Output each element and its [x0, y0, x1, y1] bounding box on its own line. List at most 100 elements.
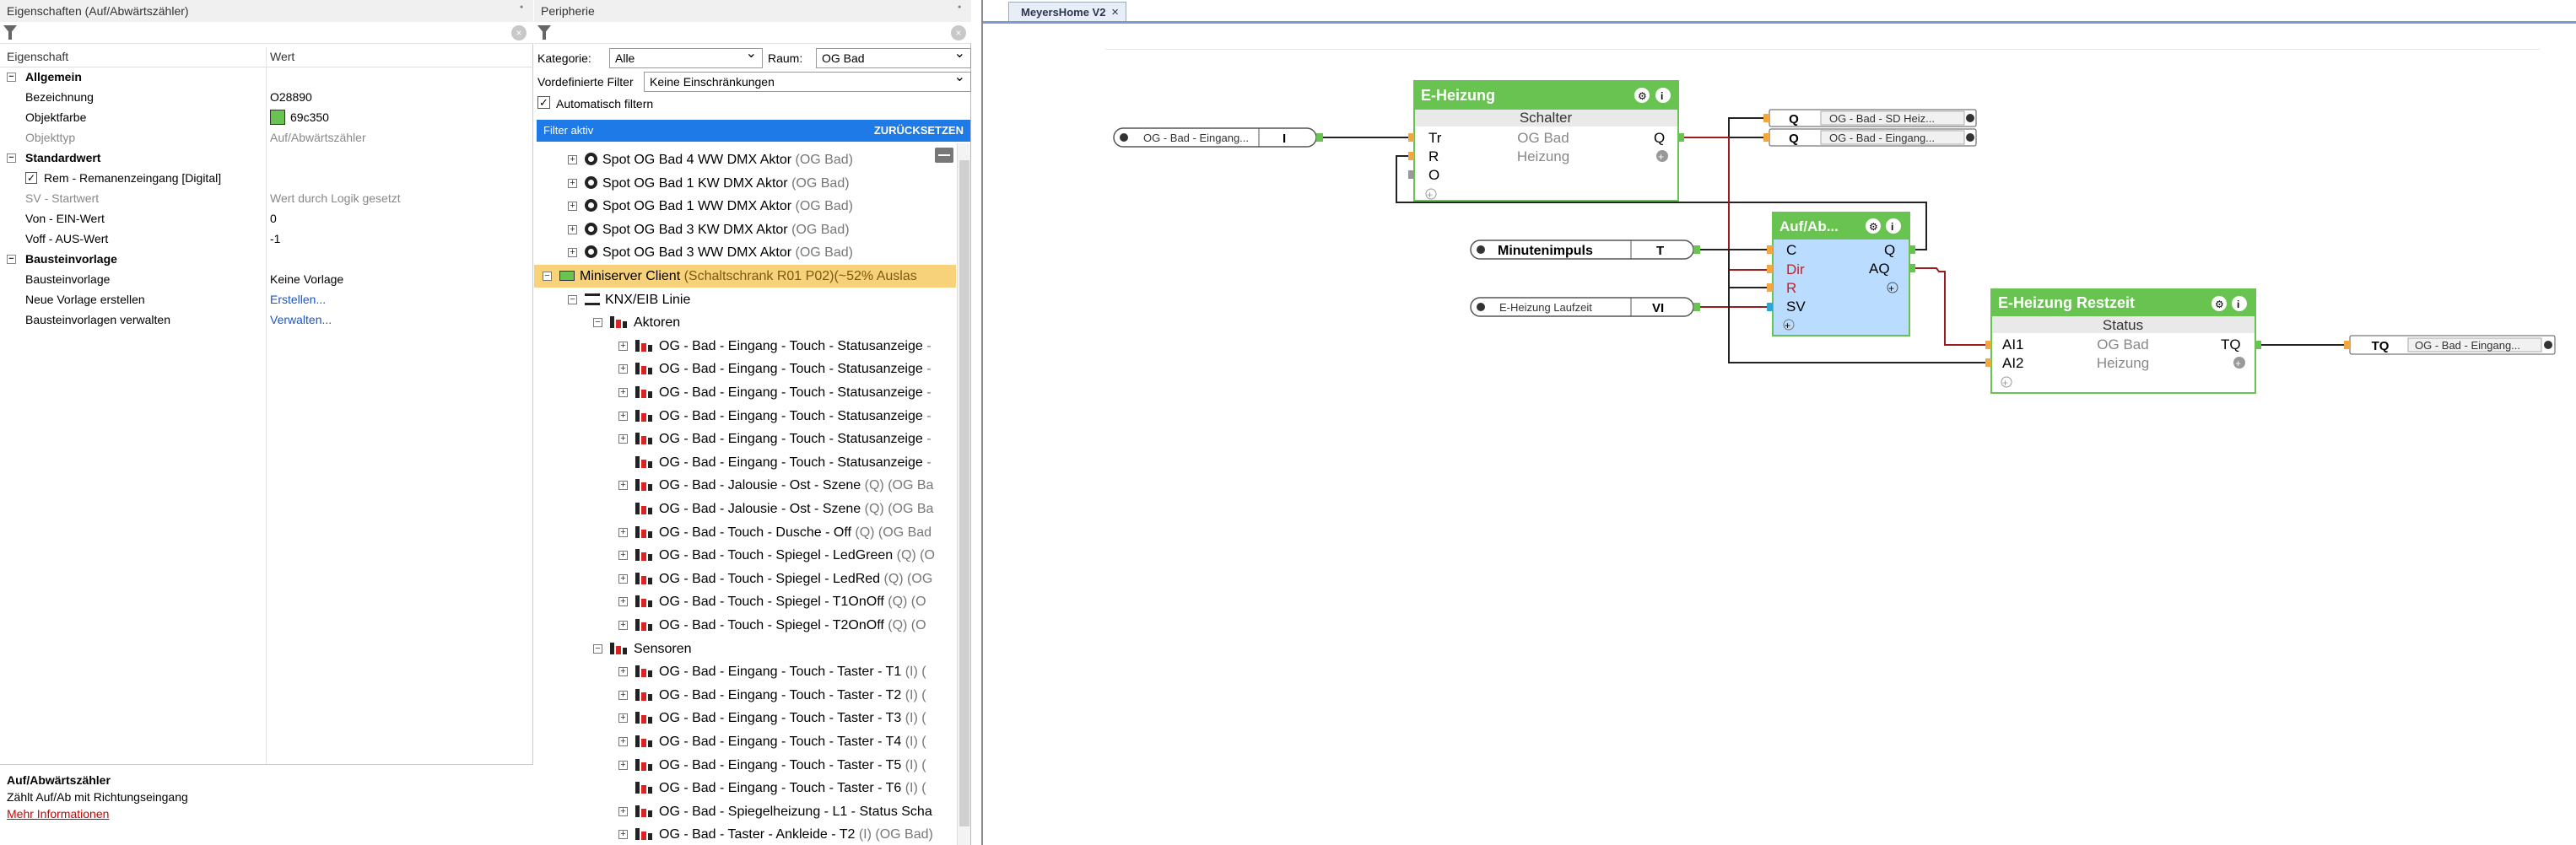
tree-item[interactable]: + OG - Bad - Eingang - Touch - Taster - T… [534, 754, 956, 777]
expand-icon[interactable]: + [568, 224, 577, 234]
scrollbar-thumb[interactable] [959, 160, 969, 826]
expand-icon[interactable]: + [568, 178, 577, 188]
minutenimpuls-block[interactable]: Minutenimpuls T [1470, 240, 1700, 260]
expand-icon[interactable]: + [618, 341, 628, 351]
expand-icon[interactable]: + [618, 667, 628, 677]
expand-icon[interactable]: + [618, 388, 628, 397]
tree-item[interactable]: OG - Bad - Eingang - Touch - Statusanzei… [534, 451, 956, 474]
tree-item[interactable]: + OG - Bad - Eingang - Touch - Taster - T… [534, 684, 956, 707]
tree-item[interactable]: − Aktoren [534, 311, 956, 334]
pin-icon[interactable]: ᐩ [513, 0, 530, 19]
tree-item[interactable]: + OG - Bad - Eingang - Touch - Taster - T… [534, 730, 956, 753]
tree-scrollbar[interactable] [957, 143, 970, 845]
collapse-toggle[interactable]: − [7, 153, 16, 163]
tree-item[interactable]: − Miniserver Client (Schaltschrank R01 P0… [534, 265, 956, 288]
expand-icon[interactable]: + [618, 597, 628, 607]
laufzeit-block[interactable]: E-Heizung Laufzeit VI [1470, 297, 1700, 317]
tree-item[interactable]: + OG - Bad - Spiegelheizung - L1 - Status… [534, 800, 956, 823]
tree-item[interactable]: − Sensoren [534, 638, 956, 660]
tree-item[interactable]: + OG - Bad - Jalousie - Ost - Szene (Q) (… [534, 474, 956, 497]
tree-item[interactable]: − KNX/EIB Linie [534, 288, 956, 311]
expand-icon[interactable]: + [618, 551, 628, 561]
property-value[interactable]: Erstellen... [270, 290, 523, 309]
property-row[interactable]: Bausteinvorlagen verwalten Verwalten... [0, 310, 533, 331]
remanence-checkbox[interactable]: ✓ [25, 172, 37, 184]
property-row[interactable]: Bezeichnung O28890 [0, 88, 533, 108]
collapse-icon[interactable]: − [543, 272, 552, 281]
color-swatch[interactable] [270, 110, 285, 125]
expand-icon[interactable]: + [618, 713, 628, 724]
expand-icon[interactable]: + [568, 248, 577, 258]
logic-diagram[interactable]: OG - Bad - Eingang... I E-Heizung ⚙ i Sc… [983, 0, 2576, 845]
collapse-toggle[interactable]: − [7, 255, 16, 264]
tree-item[interactable]: + OG - Bad - Eingang - Touch - Statusanze… [534, 358, 956, 380]
tree-item[interactable]: + OG - Bad - Taster - Ankleide - T2 (I) (… [534, 823, 956, 845]
expand-icon[interactable]: + [618, 364, 628, 374]
property-row[interactable]: Bausteinvorlage Keine Vorlage [0, 270, 533, 290]
restzeit-block[interactable]: E-Heizung Restzeit ⚙ i Status AI1 AI2 + … [1985, 288, 2261, 394]
input-eingang-block[interactable]: OG - Bad - Eingang... I [1113, 127, 1323, 148]
property-row[interactable]: Objektfarbe 69c350 [0, 108, 533, 128]
collapse-icon[interactable]: − [593, 318, 602, 328]
tree-item[interactable]: + OG - Bad - Eingang - Touch - Taster - T… [534, 660, 956, 683]
auto-filter-checkbox[interactable]: ✓ [537, 96, 550, 109]
tree-item[interactable]: + Spot OG Bad 3 WW DMX Aktor (OG Bad) [534, 241, 956, 264]
tree-item[interactable]: + Spot OG Bad 3 KW DMX Aktor (OG Bad) [534, 218, 956, 241]
predefined-filter-select[interactable]: Keine Einschränkungen [644, 68, 971, 92]
tree-item[interactable]: + OG - Bad - Eingang - Touch - Taster - T… [534, 707, 956, 729]
tree-item[interactable]: + OG - Bad - Eingang - Touch - Statusanze… [534, 381, 956, 404]
property-value[interactable]: Verwalten... [270, 310, 523, 330]
tree-item[interactable]: + Spot OG Bad 1 KW DMX Aktor (OG Bad) [534, 172, 956, 195]
property-group[interactable]: − Allgemein [0, 67, 533, 88]
expand-icon[interactable]: + [618, 434, 628, 444]
output-eingang-block[interactable]: Q OG - Bad - Eingang... [1763, 128, 1977, 147]
clear-filter-icon[interactable]: × [511, 25, 527, 40]
more-info-link[interactable]: Mehr Informationen [7, 807, 527, 821]
property-row[interactable]: Voff - AUS-Wert -1 [0, 229, 533, 250]
kategorie-select[interactable]: Alle [609, 45, 763, 68]
tree-item[interactable]: + OG - Bad - Eingang - Touch - Statusanze… [534, 405, 956, 428]
tree-item[interactable]: + OG - Bad - Eingang - Touch - Statusanze… [534, 428, 956, 450]
expand-icon[interactable]: + [618, 573, 628, 584]
reset-filter-button[interactable]: ZURÜCKSETZEN [874, 120, 964, 142]
tree-item[interactable]: + OG - Bad - Touch - Spiegel - T2OnOff (Q… [534, 614, 956, 637]
property-group[interactable]: − Bausteinvorlage [0, 250, 533, 270]
collapse-icon[interactable]: − [568, 294, 577, 304]
property-row[interactable]: Neue Vorlage erstellen Erstellen... [0, 290, 533, 310]
tree-item[interactable]: OG - Bad - Eingang - Touch - Taster - T6… [534, 777, 956, 799]
eheizung-block[interactable]: E-Heizung ⚙ i Schalter Tr R O + OG Bad H… [1408, 80, 1684, 202]
peripherals-filter-bar[interactable]: × [534, 22, 971, 44]
tree-item[interactable]: + Spot OG Bad 4 WW DMX Aktor (OG Bad) [534, 148, 956, 171]
tree-item[interactable]: + OG - Bad - Eingang - Touch - Statusanze… [534, 335, 956, 358]
logic-canvas[interactable]: MeyersHome V2 × OG - Bad - Eingang... I … [981, 0, 2576, 845]
property-group[interactable]: − Standardwert [0, 148, 533, 169]
collapse-icon[interactable]: − [593, 643, 602, 654]
expand-icon[interactable]: + [618, 830, 628, 840]
expand-icon[interactable]: + [618, 690, 628, 700]
pin-icon[interactable]: ᐩ [951, 0, 968, 19]
property-row[interactable]: Objekttyp Auf/Abwärtszähler [0, 128, 533, 148]
expand-icon[interactable]: + [618, 621, 628, 630]
tree-item[interactable]: + Spot OG Bad 1 WW DMX Aktor (OG Bad) [534, 195, 956, 218]
tree-item[interactable]: + OG - Bad - Touch - Spiegel - LedRed (Q)… [534, 568, 956, 590]
tree-item[interactable]: + OG - Bad - Touch - Spiegel - LedGreen (… [534, 544, 956, 567]
tree-item[interactable]: + OG - Bad - Touch - Dusche - Off (Q) (OG… [534, 521, 956, 544]
output-sd-block[interactable]: Q OG - Bad - SD Heiz... [1763, 109, 1977, 127]
expand-icon[interactable]: + [618, 411, 628, 421]
expand-icon[interactable]: + [618, 806, 628, 816]
expand-icon[interactable]: + [618, 527, 628, 537]
property-row[interactable]: Von - EIN-Wert 0 [0, 209, 533, 229]
clear-filter-icon[interactable]: × [951, 25, 966, 40]
expand-icon[interactable]: + [618, 760, 628, 770]
counter-block[interactable]: Auf/Ab... ⚙ i C Dir R SV + Q AQ + [1767, 212, 1915, 336]
expand-icon[interactable]: + [618, 481, 628, 491]
output-tq-block[interactable]: TQ OG - Bad - Eingang... [2344, 335, 2556, 355]
raum-select[interactable]: OG Bad [816, 45, 971, 68]
expand-icon[interactable]: + [568, 155, 577, 164]
expand-icon[interactable]: + [568, 202, 577, 212]
properties-filter-bar[interactable]: × [0, 22, 533, 44]
property-row[interactable]: SV - Startwert Wert durch Logik gesetzt [0, 189, 533, 209]
property-row[interactable]: ✓ Rem - Remanenzeingang [Digital] [0, 169, 533, 189]
tree-item[interactable]: + OG - Bad - Touch - Spiegel - T1OnOff (Q… [534, 590, 956, 613]
tree-item[interactable]: OG - Bad - Jalousie - Ost - Szene (Q) (O… [534, 498, 956, 520]
